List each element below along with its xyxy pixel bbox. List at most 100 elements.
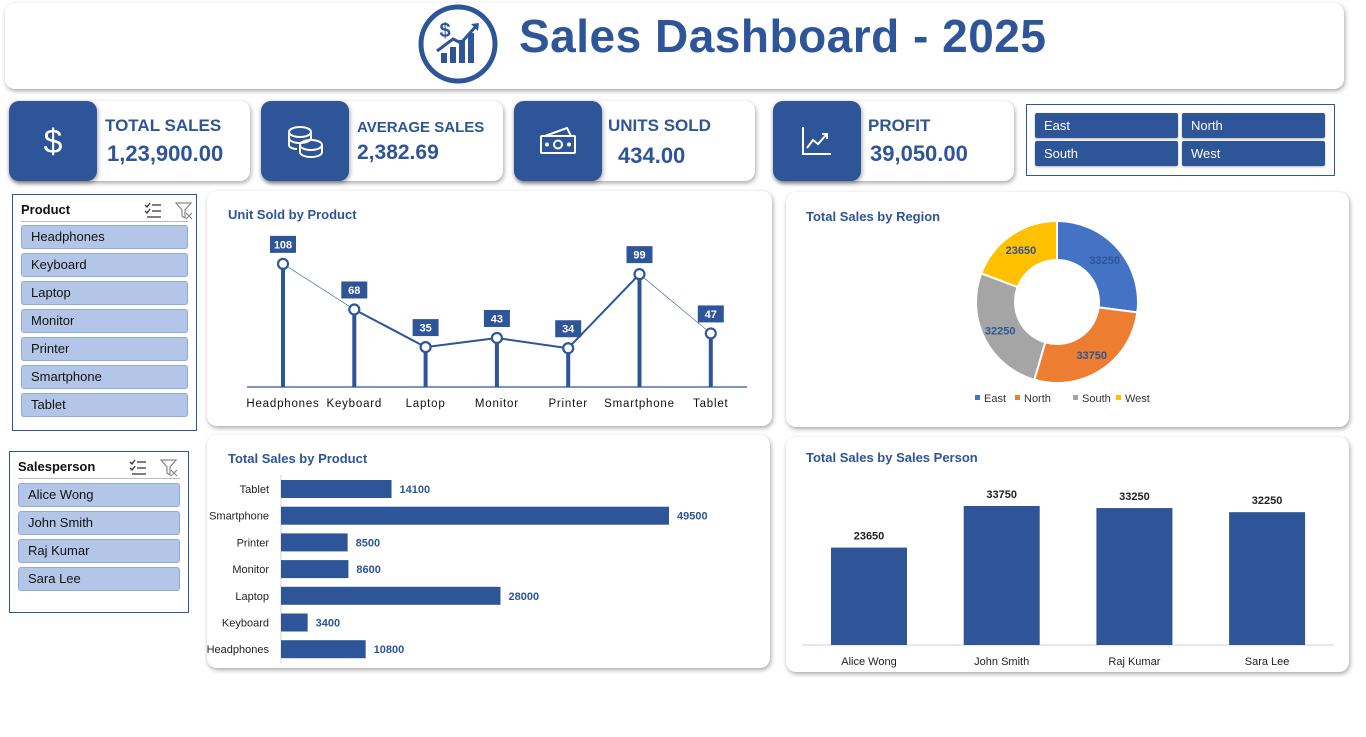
legend-swatch [1073,395,1078,400]
kpi-value: 2,382.69 [357,141,439,164]
svg-text:$: $ [44,123,63,161]
x-tick-label: Printer [548,398,587,410]
slice-value-label: 23650 [1006,245,1037,257]
slicer-item-john-smith[interactable]: John Smith [18,511,180,535]
dollar-icon: $ [9,101,97,181]
clear-filter-icon[interactable] [160,459,178,477]
region-option-east[interactable]: East [1035,113,1178,138]
page-title: Sales Dashboard - 2025 [519,10,1047,62]
slicer-item-smartphone[interactable]: Smartphone [21,365,188,389]
data-label: 43 [491,313,503,325]
bar-value-label: 33250 [1119,491,1150,503]
x-tick-label: Headphones [246,398,319,410]
series-line-segment [639,273,711,334]
slicer-item-laptop[interactable]: Laptop [21,281,188,305]
slicer-item-printer[interactable]: Printer [21,337,188,361]
slice-value-label: 33250 [1089,255,1120,267]
bar-monitor [281,560,349,579]
bar-headphones [281,640,366,659]
slicer-title: Product [21,202,71,217]
data-point [490,331,503,345]
bar-value-label: 32250 [1252,495,1283,507]
x-tick-label: Smartphone [604,398,675,410]
legend-swatch [1116,395,1121,400]
kpi-label: UNITS SOLD [608,116,711,135]
x-tick-label: Alice Wong [841,656,896,668]
slice-value-label: 33750 [1076,350,1107,362]
data-label: 34 [562,324,575,336]
slice-north [1033,306,1139,384]
salesperson-slicer: Salesperson Alice Wong John Smith Raj Ku… [9,451,189,613]
legend-swatch [1015,395,1020,400]
slicer-item-alice-wong[interactable]: Alice Wong [18,483,180,507]
series-line-segment [425,336,498,349]
data-point [562,342,575,355]
multi-select-icon[interactable] [129,459,147,476]
kpi-average-sales-card: AVERAGE SALES 2,382.69 [261,101,503,181]
data-label: 35 [419,323,431,335]
person-column-chart: 23650 Alice Wong 33750 John Smith 33250 Raj K… [802,489,1334,668]
slicer-item-tablet[interactable]: Tablet [21,393,188,417]
y-tick-label: Headphones [207,644,269,656]
region-option-north[interactable]: North [1182,113,1325,138]
data-point [348,303,361,316]
kpi-profit-card: PROFIT 39,050.00 [773,101,1014,181]
bar-value-label: 28000 [508,591,539,603]
line-chart-icon [773,101,861,181]
multi-select-icon[interactable] [144,202,162,219]
y-tick-label: Printer [237,537,270,549]
slicer-item-raj-kumar[interactable]: Raj Kumar [18,539,180,563]
units-line-chart: 108 Headphones 68 Keyboard 35 Laptop 43 Monitor… [246,235,747,410]
coins-icon [261,101,349,181]
legend-label: West [1125,393,1150,405]
x-tick-label: John Smith [974,656,1029,668]
sales-by-region-chart-card: Total Sales by Region 33250 33750 32250 236… [786,192,1349,427]
slicer-item-keyboard[interactable]: Keyboard [21,253,188,277]
bar-tablet [281,480,392,498]
slicer-header: Salesperson [18,457,180,479]
bar-smartphone [281,506,669,525]
dashboard-header: $ Sales Dashboard - 2025 [5,3,1344,89]
legend-label: North [1024,393,1051,405]
x-tick-label: Monitor [475,398,519,410]
bar-value-label: 8500 [356,537,380,549]
bar-value-label: 23650 [854,531,885,543]
slicer-item-headphones[interactable]: Headphones [21,225,188,249]
x-tick-label: Keyboard [326,398,382,410]
region-option-west[interactable]: West [1182,141,1325,166]
x-tick-label: Sara Lee [1245,656,1290,668]
svg-text:$: $ [439,20,450,42]
bar-keyboard [281,613,308,632]
bar-laptop [281,586,501,605]
data-label: 99 [633,250,645,262]
slicer-item-monitor[interactable]: Monitor [21,309,188,333]
clear-filter-icon[interactable] [175,202,193,220]
data-label: 68 [348,285,360,297]
kpi-total-sales-card: $ TOTAL SALES 1,23,900.00 [9,101,250,181]
data-label: 108 [274,239,292,251]
product-bar-chart: Tablet 14100 Smartphone 49500 Printer 8500 Mon… [207,475,708,663]
bar-raj-kumar [1096,508,1173,645]
region-option-south[interactable]: South [1035,141,1178,166]
y-tick-label: Monitor [232,564,269,576]
sales-by-product-chart-card: Total Sales by Product Tablet 14100 Smartp… [207,435,770,668]
bar-value-label: 49500 [677,511,708,523]
legend-label: South [1082,393,1111,405]
bar-value-label: 8600 [356,564,380,576]
series-line-segment [496,336,569,350]
bar-value-label: 14100 [400,484,431,496]
data-point [419,341,432,354]
region-donut-chart: 33250 33750 32250 23650 East North South West [975,219,1150,405]
slicer-item-sara-lee[interactable]: Sara Lee [18,567,180,591]
product-slicer: Product Headphones Keyboard Laptop Monit… [12,194,197,431]
data-point [704,327,717,340]
kpi-value: 434.00 [618,143,686,168]
y-tick-label: Smartphone [209,511,269,523]
data-point [633,268,646,281]
kpi-label: AVERAGE SALES [357,119,485,136]
slicer-header: Product [21,200,193,222]
x-tick-label: Laptop [406,398,446,410]
legend-label: East [984,393,1006,405]
bar-value-label: 10800 [374,644,405,656]
x-tick-label: Tablet [693,398,729,410]
